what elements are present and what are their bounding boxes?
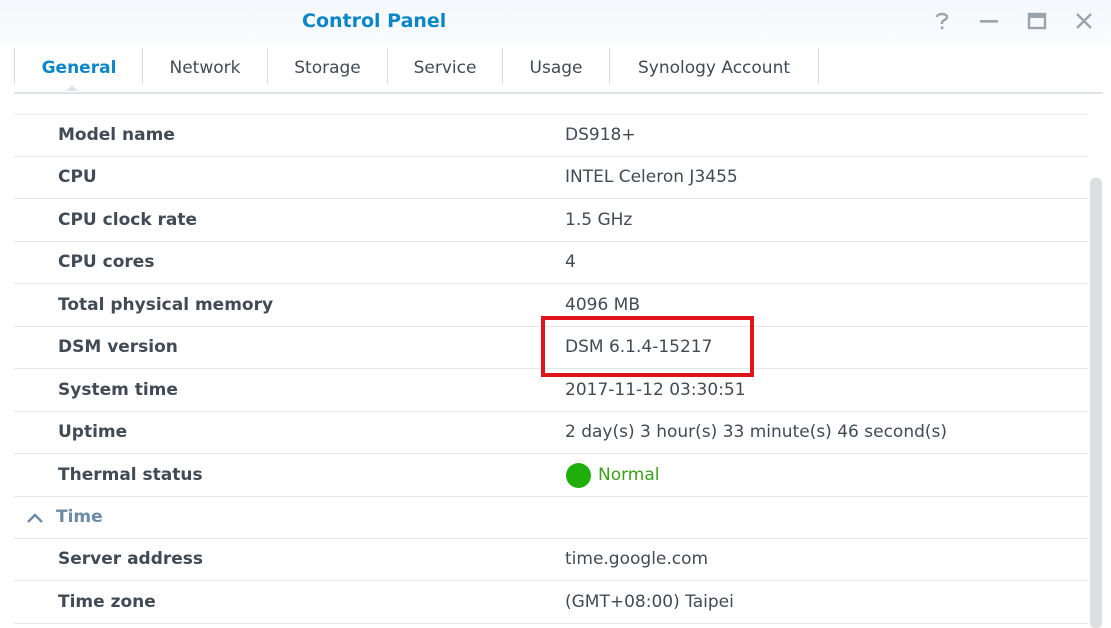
chevron-up-icon — [26, 509, 44, 528]
tab-divider — [818, 48, 819, 84]
vertical-scrollbar[interactable] — [1090, 178, 1102, 628]
info-row-system-time: System time 2017-11-12 03:30:51 — [14, 370, 1088, 412]
row-label: CPU — [58, 167, 97, 187]
info-row-total-physical-memory: Total physical memory 4096 MB — [14, 285, 1088, 327]
minimize-icon[interactable] — [976, 8, 1002, 34]
tab-divider — [14, 48, 15, 84]
section-title: Time — [56, 507, 103, 527]
status-ok-icon — [566, 463, 591, 488]
row-label: DSM version — [58, 337, 178, 357]
row-value: 2017-11-12 03:30:51 — [565, 380, 746, 400]
active-tab-caret — [66, 85, 78, 91]
tab-network[interactable]: Network — [143, 48, 267, 88]
help-icon[interactable] — [929, 8, 955, 34]
tab-service[interactable]: Service — [388, 48, 502, 88]
row-label: Time zone — [58, 592, 156, 612]
info-row-cpu-clock-rate: CPU clock rate 1.5 GHz — [14, 200, 1088, 242]
window-title: Control Panel — [302, 10, 447, 32]
info-row-dsm-version: DSM version DSM 6.1.4-15217 — [14, 327, 1088, 369]
info-row-cpu-cores: CPU cores 4 — [14, 242, 1088, 284]
row-label: CPU clock rate — [58, 210, 198, 230]
row-label: Uptime — [58, 422, 128, 442]
info-row-thermal-status: Thermal status Normal — [14, 455, 1088, 497]
row-label: Model name — [58, 125, 175, 145]
close-icon[interactable] — [1071, 8, 1097, 34]
row-value: 1.5 GHz — [565, 210, 633, 230]
info-row-model-name: Model name DS918+ — [14, 115, 1088, 157]
row-label: CPU cores — [58, 252, 155, 272]
row-label: Server address — [58, 549, 204, 569]
row-label: Total physical memory — [58, 295, 274, 315]
title-bar: Control Panel — [0, 0, 1111, 44]
row-value: DS918+ — [565, 125, 636, 145]
row-value: 2 day(s) 3 hour(s) 33 minute(s) 46 secon… — [565, 422, 948, 442]
tab-general[interactable]: General — [16, 48, 142, 88]
row-value: DSM 6.1.4-15217 — [565, 337, 713, 357]
info-row-time-zone: Time zone (GMT+08:00) Taipei — [14, 582, 1088, 624]
info-row-server-address: Server address time.google.com — [14, 539, 1088, 581]
row-value: 4096 MB — [565, 295, 640, 315]
row-value: 4 — [565, 252, 576, 272]
row-value: time.google.com — [565, 549, 709, 569]
tab-synology-account[interactable]: Synology Account — [610, 48, 818, 88]
maximize-icon[interactable] — [1024, 8, 1050, 34]
tab-bar: General Network Storage Service Usage Sy… — [14, 44, 1103, 94]
row-value: (GMT+08:00) Taipei — [565, 592, 734, 612]
info-row-cpu: CPU INTEL Celeron J3455 — [14, 157, 1088, 199]
row-label: System time — [58, 380, 178, 400]
row-value: INTEL Celeron J3455 — [565, 167, 738, 187]
tab-usage[interactable]: Usage — [503, 48, 609, 88]
row-label: Thermal status — [58, 465, 203, 485]
thermal-status-value: Normal — [598, 465, 660, 485]
general-info-panel: Model name DS918+ CPU INTEL Celeron J345… — [14, 104, 1088, 628]
info-row-uptime: Uptime 2 day(s) 3 hour(s) 33 minute(s) 4… — [14, 412, 1088, 454]
time-section-header[interactable]: Time — [14, 497, 1088, 539]
tab-storage[interactable]: Storage — [268, 48, 387, 88]
